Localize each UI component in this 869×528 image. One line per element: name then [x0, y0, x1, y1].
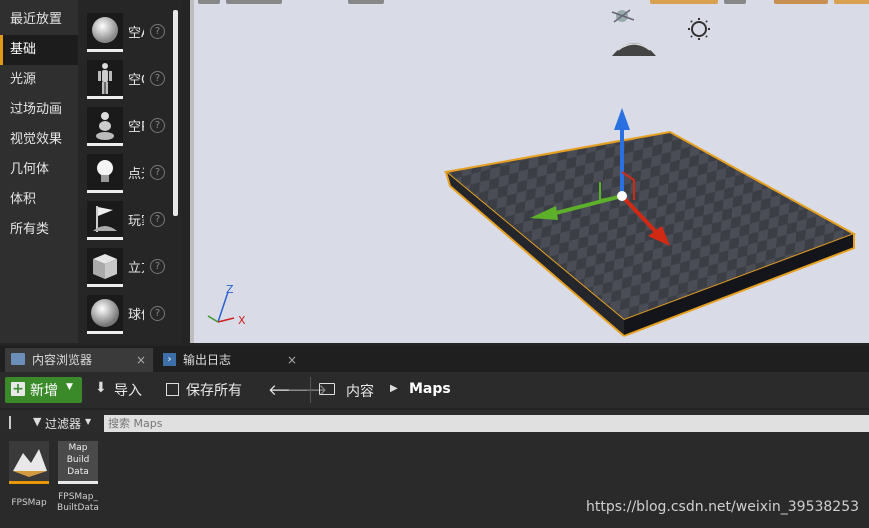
help-icon[interactable]: ?: [150, 165, 165, 180]
output-log-icon: ›: [163, 353, 176, 366]
tab-label: 内容浏览器: [32, 353, 93, 367]
sphere-icon: [87, 295, 123, 334]
filters-label: 过滤器: [45, 417, 82, 431]
add-new-label: 新增: [30, 383, 58, 399]
place-item-empty-character[interactable]: 空Character ?: [84, 60, 174, 106]
help-icon[interactable]: ?: [150, 24, 165, 39]
viewport-scene: [198, 0, 869, 337]
category-volumes[interactable]: 体积: [0, 185, 78, 215]
content-browser-icon: [11, 353, 25, 365]
breadcrumb-item-current[interactable]: Maps: [409, 381, 451, 397]
category-lights[interactable]: 光源: [0, 65, 78, 95]
viewport-toolbar-button[interactable]: [834, 0, 869, 4]
viewport-toolbar-button[interactable]: [348, 0, 384, 4]
place-item-player-start[interactable]: 玩家出生点 ?: [84, 201, 174, 247]
tab-content-browser[interactable]: 内容浏览器 ×: [5, 348, 153, 372]
place-mode-category-list: 最近放置 基础 光源 过场动画 视觉效果 几何体 体积 所有类: [0, 0, 78, 343]
asset-name-label: FPSMap: [11, 498, 47, 508]
place-list-scrollbar[interactable]: [173, 10, 178, 216]
axis-label-x: X: [238, 314, 246, 327]
viewport-toolbar-button[interactable]: [774, 0, 828, 4]
level-viewport[interactable]: Z X: [194, 0, 869, 343]
category-visual-effects[interactable]: 视觉效果: [0, 125, 78, 155]
asset-tile-fpsmap[interactable]: [9, 441, 49, 484]
asset-tile-fpsmap-builtdata[interactable]: Map Build Data: [58, 441, 98, 484]
chevron-down-icon: ▼: [85, 417, 92, 426]
tab-output-log[interactable]: › 输出日志 ×: [157, 348, 302, 372]
plus-icon: +: [11, 381, 25, 397]
place-item-label: 空Pawn: [128, 120, 144, 135]
sources-toggle-icon[interactable]: [9, 416, 26, 429]
help-icon[interactable]: ?: [150, 71, 165, 86]
toolbar-divider: [310, 377, 311, 403]
viewport-toolbar-button[interactable]: [650, 0, 718, 4]
atmosphere-icon[interactable]: [611, 9, 635, 23]
save-all-label: 保存所有: [186, 383, 242, 399]
import-label: 导入: [114, 383, 142, 399]
category-basic[interactable]: 基础: [0, 35, 78, 65]
viewport-toolbar-button[interactable]: [724, 0, 746, 4]
asset-thumbnail-text: Map Build Data: [66, 443, 90, 477]
cube-icon: [87, 248, 123, 287]
directional-light-icon[interactable]: [612, 43, 656, 56]
category-recent[interactable]: 最近放置: [0, 5, 78, 35]
import-button[interactable]: ⬇ 导入: [95, 380, 155, 400]
place-item-point-light[interactable]: 点光源 ?: [84, 154, 174, 200]
place-item-label: 空Character: [128, 73, 144, 88]
viewport-toolbar-button[interactable]: [198, 0, 220, 4]
help-icon[interactable]: ?: [150, 259, 165, 274]
folder-icon[interactable]: [319, 383, 335, 395]
chevron-down-icon: ▼: [66, 382, 73, 392]
add-new-button[interactable]: + 新增 ▼: [5, 377, 82, 403]
map-thumbnail-icon: [13, 449, 47, 477]
help-icon[interactable]: ?: [150, 212, 165, 227]
close-icon[interactable]: ×: [136, 348, 146, 372]
close-icon[interactable]: ×: [287, 348, 297, 372]
pawn-icon: [87, 107, 123, 146]
viewport-toolbar-button[interactable]: [226, 0, 282, 4]
category-all-classes[interactable]: 所有类: [0, 215, 78, 245]
place-item-empty-pawn[interactable]: 空Pawn ?: [84, 107, 174, 153]
place-item-label: 立方体: [128, 261, 144, 276]
save-all-button[interactable]: 保存所有: [166, 380, 252, 400]
category-geometry[interactable]: 几何体: [0, 155, 78, 185]
place-item-cube[interactable]: 立方体 ?: [84, 248, 174, 294]
place-item-label: 点光源: [128, 167, 144, 182]
filters-dropdown[interactable]: ▼ 过滤器 ▼: [33, 414, 95, 432]
category-cinematic[interactable]: 过场动画: [0, 95, 78, 125]
breadcrumb-item[interactable]: 内容: [346, 381, 374, 401]
player-start-icon: [87, 201, 123, 240]
watermark-text: https://blog.csdn.net/weixin_39538253: [586, 499, 860, 515]
place-item-empty-actor[interactable]: 空Actor ?: [84, 13, 174, 59]
breadcrumb-separator-icon[interactable]: ▶: [390, 383, 398, 394]
axis-indicator: [207, 291, 235, 323]
place-item-label: 玩家出生点: [128, 214, 144, 229]
help-icon[interactable]: ?: [150, 118, 165, 133]
axis-label-z: Z: [226, 283, 234, 296]
mannequin-icon: [87, 60, 123, 99]
bottom-tab-bar: 内容浏览器 × › 输出日志 ×: [0, 346, 869, 372]
tab-label: 输出日志: [183, 353, 232, 367]
place-item-label: 空Actor: [128, 26, 144, 41]
save-icon: [166, 383, 179, 396]
place-item-label: 球体: [128, 308, 144, 323]
sky-light-icon[interactable]: [688, 18, 710, 40]
help-icon[interactable]: ?: [150, 306, 165, 321]
asset-name-label: FPSMap_ BuiltData: [57, 492, 99, 513]
search-input[interactable]: [104, 415, 869, 432]
sphere-icon: [87, 13, 123, 52]
import-icon: ⬇: [95, 380, 107, 396]
place-item-sphere[interactable]: 球体 ?: [84, 295, 174, 341]
funnel-icon: ▼: [33, 415, 42, 428]
lightbulb-icon: [87, 154, 123, 193]
